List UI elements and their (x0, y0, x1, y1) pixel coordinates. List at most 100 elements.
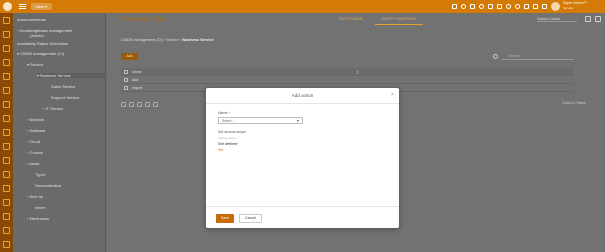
clipboard-icon[interactable] (3, 143, 10, 150)
name-select[interactable]: Select... (218, 117, 303, 124)
tree-item-demonstration[interactable]: Demonstration (35, 183, 61, 188)
breadcrumb-current: Business Service (182, 38, 214, 42)
tab-entity-functions[interactable]: ENTITY FUNCTIONS (375, 15, 423, 25)
breadcrumb-item[interactable]: CMDB management (CI) (121, 38, 163, 42)
row-name: Import (132, 86, 143, 90)
expand-icon[interactable] (542, 4, 547, 9)
icon-rail (0, 13, 13, 252)
tree-item-where[interactable]: where (35, 205, 46, 210)
headset-icon[interactable] (479, 4, 484, 9)
system-select[interactable]: System Default (537, 16, 577, 22)
shield-icon[interactable] (3, 199, 10, 206)
pagination-count: 2 total of 2 items (562, 101, 586, 105)
breadcrumb-item[interactable]: Service (166, 38, 179, 42)
tree-item-knowledgebase-article[interactable]: (Article) (30, 33, 44, 38)
top-bar: New ▾ Super Admin™ Service (0, 0, 605, 13)
tools-icon[interactable] (3, 227, 10, 234)
first-page-button[interactable] (121, 101, 126, 107)
hamburger-menu-icon[interactable] (19, 4, 26, 9)
tree-item-software[interactable]: › Software (27, 128, 45, 133)
settings-icon[interactable] (533, 4, 538, 9)
new-button[interactable]: New ▾ (31, 3, 52, 10)
search-input[interactable]: Search... (502, 53, 574, 60)
tree-item-cmdb[interactable]: ▾ CMDB management (CI) (17, 51, 64, 56)
mail-icon[interactable] (3, 129, 10, 136)
save-button[interactable]: Save (216, 214, 234, 223)
chevron-down-icon (297, 120, 299, 122)
page-title: Permission Rules (119, 17, 166, 23)
refresh-icon[interactable] (493, 54, 498, 59)
pagination (121, 100, 158, 108)
tree-item-network[interactable]: › Network (27, 117, 44, 122)
close-icon[interactable]: × (390, 93, 395, 98)
dialog-header: Add action × (206, 88, 399, 104)
add-button[interactable]: Add (121, 53, 138, 60)
page-number[interactable] (137, 101, 142, 107)
tree-item-knowledgebase[interactable]: › Knowledgebase management (17, 28, 72, 33)
tree-item-announcements[interactable]: Announcements (17, 17, 46, 22)
more-icon[interactable] (595, 16, 601, 22)
column-divider[interactable] (357, 70, 358, 74)
search-icon[interactable] (515, 4, 520, 9)
ticket-icon[interactable] (3, 45, 10, 52)
row-checkbox[interactable] (124, 86, 128, 90)
tree-item-type1[interactable]: Type1 (35, 172, 46, 177)
select-all-checkbox[interactable] (124, 70, 128, 74)
tab-bar: ENTITY NAME ENTITY FUNCTIONS (327, 15, 423, 25)
tab-entity-name[interactable]: ENTITY NAME (327, 15, 375, 25)
last-page-button[interactable] (153, 101, 158, 107)
book-icon[interactable] (3, 101, 10, 108)
scope-label: Set access scope (218, 130, 247, 134)
row-name: Add (132, 78, 139, 82)
list-icon[interactable] (488, 4, 493, 9)
dialog-title: Add action (291, 93, 314, 98)
cancel-button[interactable]: Cancel (239, 214, 262, 223)
filter-icon[interactable] (585, 16, 591, 22)
tree-item-it-service[interactable]: › IT Service (43, 106, 63, 111)
favorite-icon[interactable] (506, 4, 511, 9)
user-role: Service (563, 6, 574, 10)
tree-item-business-service[interactable]: ▾ Business Service (37, 73, 105, 78)
notification-icon[interactable] (524, 4, 529, 9)
tree-item-asset[interactable]: › Asset (27, 161, 39, 166)
tree-item-electronics[interactable]: › Electronics (27, 216, 49, 221)
group-icon[interactable] (3, 87, 10, 94)
tree-item-availability[interactable]: Availability Status Schedules (17, 41, 68, 46)
scope-sublabel: Access scope (218, 136, 237, 140)
gear-icon[interactable] (3, 213, 10, 220)
time-icon[interactable] (461, 4, 466, 9)
name-field-label: Name * (218, 111, 230, 115)
folder-icon[interactable] (3, 59, 10, 66)
breadcrumb: CMDB management (CI) › Service › Busines… (121, 38, 214, 42)
sidebar-tree: Announcements › Knowledgebase management… (13, 13, 106, 252)
tree-item-support-service[interactable]: Support Service (51, 95, 79, 100)
table-header: Name (121, 68, 574, 76)
calendar-icon[interactable] (497, 4, 502, 9)
tree-item-service[interactable]: ▾ Service (27, 62, 43, 67)
prev-page-button[interactable] (129, 101, 134, 107)
table-row[interactable]: Add (121, 76, 574, 84)
top-icon-group (452, 3, 547, 10)
column-header-name[interactable]: Name (132, 68, 142, 76)
chat-bubble-icon[interactable] (3, 171, 10, 178)
chat-icon[interactable] (470, 4, 475, 9)
tree-item-new-try[interactable]: › New try (27, 194, 43, 199)
row-checkbox[interactable] (124, 78, 128, 82)
grid-icon[interactable] (3, 31, 10, 38)
next-page-button[interactable] (145, 101, 150, 107)
set-scope-link[interactable]: Set (218, 148, 223, 152)
building-icon[interactable] (3, 185, 10, 192)
avatar[interactable] (551, 2, 560, 11)
home-icon[interactable] (3, 17, 10, 24)
block-icon[interactable] (3, 157, 10, 164)
brand-logo[interactable] (3, 2, 12, 11)
dialog-footer: Save Cancel (206, 206, 399, 228)
monitor-icon[interactable] (452, 4, 457, 9)
person-icon[interactable] (3, 73, 10, 80)
tree-item-cloud[interactable]: › Cloud (27, 139, 40, 144)
chart-icon[interactable] (3, 115, 10, 122)
help-icon[interactable] (3, 241, 10, 248)
tree-item-custom[interactable]: › Custom (27, 150, 43, 155)
scope-value: Not defined (218, 142, 238, 146)
tree-item-sales-service[interactable]: Sales Service (51, 84, 75, 89)
